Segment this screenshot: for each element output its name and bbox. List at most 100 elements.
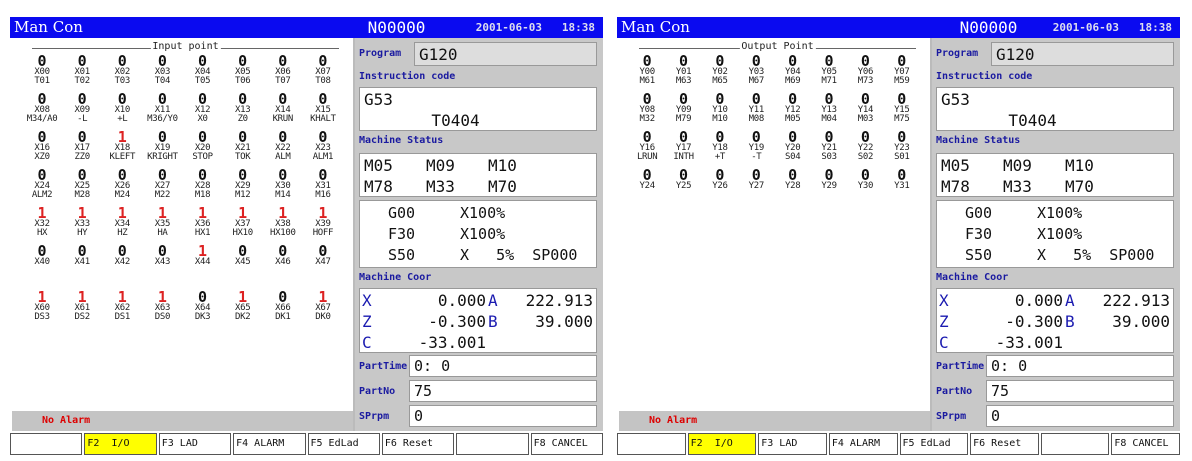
function-key-5[interactable]: F5 EdLad [307, 433, 380, 455]
io-point: 0 X28 M18 [183, 168, 223, 206]
io-point-signal: DK1 [275, 312, 291, 322]
io-point-value: 0 [77, 90, 87, 108]
io-point-value: 0 [715, 128, 725, 146]
io-point-address: Y24 [639, 181, 656, 191]
io-point-value: 0 [318, 166, 328, 184]
io-point: 0 Y05 M71 [811, 54, 847, 92]
io-point-signal: HOFF [312, 228, 334, 238]
io-point-value: 1 [318, 204, 328, 222]
datetime: 2001-06-03 18:38 [1052, 21, 1172, 34]
io-point: 0 X25 M28 [62, 168, 102, 206]
status-column: Program G120 Instruction code G53 T0404 Mach… [355, 38, 603, 431]
io-point-value: 0 [860, 90, 870, 108]
io-point-signal: S03 [821, 152, 837, 162]
cnc-panel-input: Man Con N00000 2001-06-03 18:38 Input point… [10, 17, 603, 455]
io-point-signal: M04 [821, 114, 837, 124]
io-point-value: 0 [278, 128, 288, 146]
instruction-line: G53 [941, 90, 970, 109]
m-code: M05 [941, 156, 970, 175]
io-point-value: 0 [715, 90, 725, 108]
io-point: 0 X14 KRUN [263, 92, 303, 130]
function-key-1[interactable] [10, 433, 83, 455]
io-point: 0 X40 [22, 244, 62, 282]
override-row: F30 X100% [965, 224, 1173, 245]
io-point-signal: HX1 [194, 228, 211, 238]
io-point-address: X46 [275, 257, 291, 267]
io-point-signal: M73 [857, 76, 874, 86]
override-code: S50 [388, 246, 416, 264]
io-point-value: 0 [860, 52, 870, 70]
io-point: 0 X22 ALM [263, 130, 303, 168]
io-point-value: 0 [824, 166, 834, 184]
io-point-signal: HY [77, 228, 88, 238]
function-key-6[interactable]: F6 Reset [970, 433, 1039, 455]
axis-value: -33.001 [418, 333, 486, 352]
io-title: Output Point [739, 41, 816, 52]
io-point-value: 0 [318, 90, 328, 108]
function-key-5[interactable]: F5 EdLad [899, 433, 969, 455]
overrides-box: G00 X100% F30 X100% S50 X 5% SP000 [936, 200, 1174, 268]
io-point-value: 0 [788, 166, 798, 184]
io-point-signal: M16 [315, 190, 331, 200]
io-point-signal: M65 [712, 76, 728, 86]
function-key-2[interactable]: F2 I/O [687, 433, 757, 455]
sprpm-label: SPrpm [359, 410, 390, 422]
io-area: Input point 0 X00 T01 0 X01 T02 0 X02 T03 0 X03 T04 0… [10, 38, 355, 431]
io-point-signal: +L [117, 114, 128, 124]
axis-value: 222.913 [525, 291, 593, 310]
io-point-signal: XZ0 [34, 152, 50, 162]
io-point: 0 Y04 M69 [775, 54, 811, 92]
io-point-value: 0 [77, 242, 87, 260]
function-key-1[interactable] [617, 433, 686, 455]
function-key-2[interactable]: F2 I/O [84, 433, 157, 455]
io-point: 0 Y17 INTH [665, 130, 701, 168]
io-point: 0 Y12 M05 [775, 92, 811, 130]
io-point-signal: T05 [194, 76, 211, 86]
io-point: 0 Y19 -T [738, 130, 774, 168]
io-point: 0 Y02 M65 [702, 54, 738, 92]
io-point-value: 0 [642, 52, 652, 70]
io-point-signal: DS3 [34, 312, 50, 322]
function-key-3[interactable]: F3 LAD [158, 433, 232, 455]
function-key-3[interactable]: F3 LAD [758, 433, 827, 455]
io-point-address: Y25 [675, 181, 692, 191]
io-point-signal: HX [36, 228, 48, 238]
io-point-value: 0 [860, 128, 870, 146]
function-key-8[interactable]: F8 CANCEL [1111, 433, 1180, 455]
io-point-value: 0 [897, 166, 907, 184]
io-point-value: 0 [37, 128, 47, 146]
function-key-7[interactable] [1040, 433, 1110, 455]
function-key-4[interactable]: F4 ALARM [828, 433, 898, 455]
function-key-6[interactable]: F6 Reset [381, 433, 455, 455]
io-point-signal: HX100 [270, 228, 296, 238]
axis-label [1063, 332, 1081, 353]
instruction-code-label: Instruction code [359, 71, 456, 82]
io-point: 0 X08 M34/A0 [22, 92, 62, 130]
io-point-value: 0 [679, 128, 689, 146]
io-point-value: 0 [157, 52, 167, 70]
io-point: 0 Y25 [665, 168, 701, 206]
io-point-signal: M71 [821, 76, 837, 86]
io-point-value: 1 [117, 204, 127, 222]
axis-value: -33.001 [995, 333, 1063, 352]
function-key-4[interactable]: F4 ALARM [233, 433, 306, 455]
m-code: M70 [1065, 177, 1094, 196]
io-point-value: 1 [117, 128, 127, 146]
io-point: 0 Y20 S04 [775, 130, 811, 168]
io-point-address: X47 [315, 257, 331, 267]
io-point: 0 X66 DK1 [263, 290, 303, 328]
io-point-signal: X0 [197, 114, 208, 124]
io-point-signal: HZ [117, 228, 128, 238]
io-point: 0 X21 TOK [223, 130, 263, 168]
function-key-7[interactable] [456, 433, 529, 455]
function-key-8[interactable]: F8 CANCEL [530, 433, 603, 455]
io-point-value: 0 [238, 128, 248, 146]
io-point-value: 0 [117, 52, 127, 70]
io-point-signal: -T [751, 152, 762, 162]
io-point: 1 X39 HOFF [303, 206, 343, 244]
io-point: 0 Y22 S02 [847, 130, 883, 168]
io-point-value: 0 [715, 52, 725, 70]
io-point-value: 1 [238, 204, 248, 222]
io-point-address: Y28 [785, 181, 801, 191]
axis-label: X [939, 291, 949, 310]
